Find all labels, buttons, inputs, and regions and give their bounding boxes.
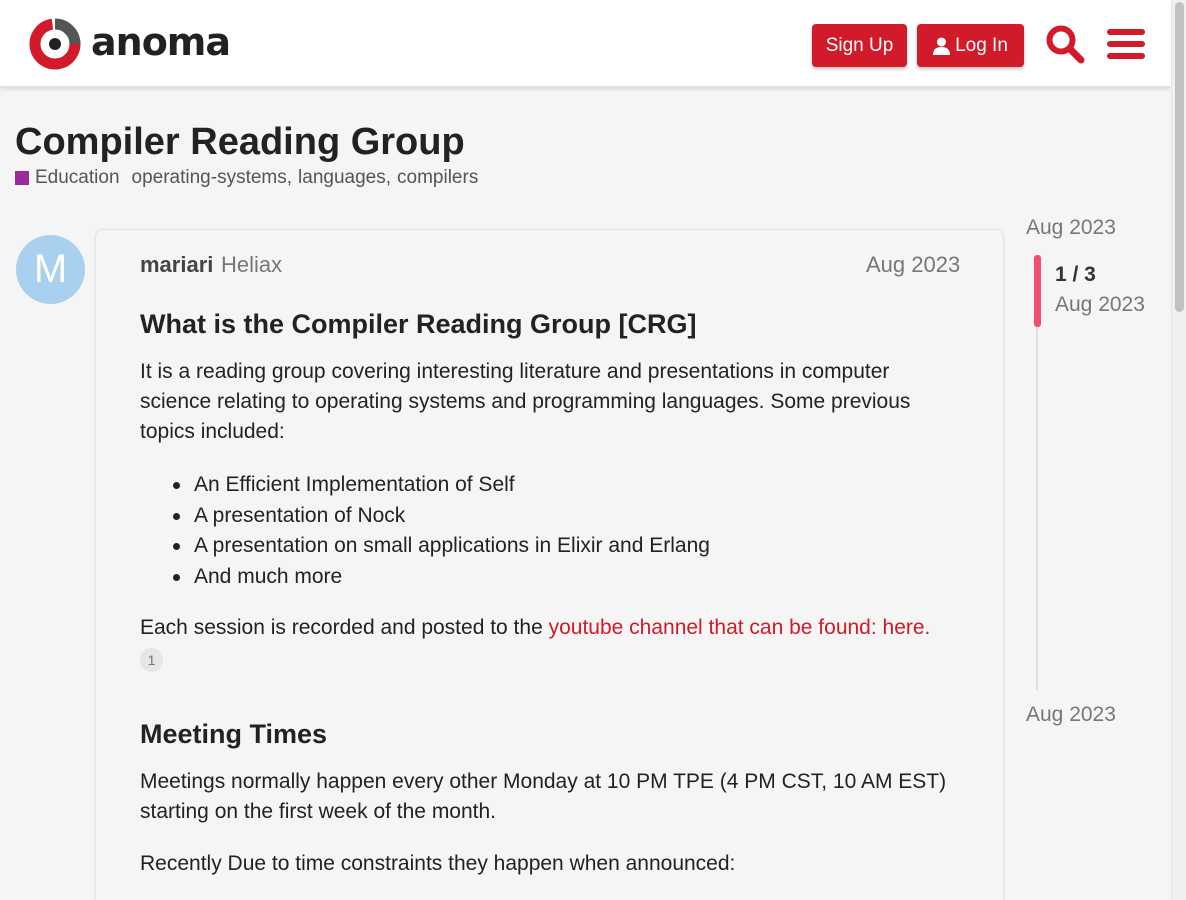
tag-link[interactable]: compilers bbox=[397, 167, 478, 189]
list-item: An Efficient Implementation of Self bbox=[173, 470, 710, 501]
search-icon bbox=[1046, 25, 1085, 64]
brand-name: anoma bbox=[91, 20, 231, 64]
site-logo[interactable]: anoma bbox=[29, 18, 231, 70]
log-in-button[interactable]: Log In bbox=[917, 24, 1024, 67]
sign-up-button[interactable]: Sign Up bbox=[812, 24, 907, 67]
list-item: A presentation of Nock bbox=[173, 501, 710, 532]
timeline-handle[interactable] bbox=[1034, 255, 1041, 327]
link-click-count-badge: 1 bbox=[140, 648, 163, 672]
page-scrollbar[interactable] bbox=[1171, 0, 1186, 900]
tag-separator: , bbox=[385, 167, 392, 188]
post-username[interactable]: mariari bbox=[140, 252, 213, 278]
timeline-position: 1 / 3 bbox=[1055, 263, 1096, 286]
log-in-label: Log In bbox=[955, 34, 1008, 56]
user-icon bbox=[933, 37, 951, 55]
post-heading: What is the Compiler Reading Group [CRG] bbox=[140, 309, 697, 339]
post-heading: Meeting Times bbox=[140, 719, 328, 749]
timeline-current-date: Aug 2023 bbox=[1055, 293, 1145, 316]
search-button[interactable] bbox=[1045, 22, 1085, 66]
hamburger-menu-button[interactable] bbox=[1106, 22, 1146, 66]
scrollbar-thumb[interactable] bbox=[1175, 2, 1184, 312]
post-paragraph: It is a reading group covering interesti… bbox=[140, 360, 911, 443]
timeline-end-date[interactable]: Aug 2023 bbox=[1026, 703, 1116, 727]
topics-list: An Efficient Implementation of Self A pr… bbox=[173, 470, 710, 593]
list-item: A presentation on small applications in … bbox=[173, 531, 710, 562]
tag-link[interactable]: operating-systems bbox=[132, 167, 287, 189]
category-color-badge bbox=[15, 171, 29, 185]
category-link[interactable]: Education bbox=[35, 167, 120, 189]
topic-meta: Education operating-systems, languages, … bbox=[15, 166, 478, 190]
user-title: Heliax bbox=[221, 252, 283, 277]
post-date[interactable]: Aug 2023 bbox=[866, 252, 960, 278]
anoma-logo-icon bbox=[29, 18, 81, 70]
tag-link[interactable]: languages bbox=[298, 167, 386, 189]
list-item: And much more bbox=[173, 562, 710, 593]
timeline-start-date[interactable]: Aug 2023 bbox=[1026, 216, 1116, 240]
post-paragraph: Each session is recorded and posted to t… bbox=[140, 613, 965, 643]
topic-title[interactable]: Compiler Reading Group bbox=[15, 121, 465, 163]
hamburger-icon bbox=[1107, 29, 1145, 59]
avatar[interactable]: M bbox=[16, 235, 85, 304]
post-paragraph: Recently Due to time constraints they ha… bbox=[140, 852, 736, 875]
session-text: Each session is recorded and posted to t… bbox=[140, 616, 549, 639]
post-paragraph: Meetings normally happen every other Mon… bbox=[140, 770, 947, 823]
tag-separator: , bbox=[286, 167, 293, 188]
youtube-link[interactable]: youtube channel that can be found: here. bbox=[549, 616, 931, 639]
site-header: anoma Sign Up Log In bbox=[0, 0, 1171, 87]
